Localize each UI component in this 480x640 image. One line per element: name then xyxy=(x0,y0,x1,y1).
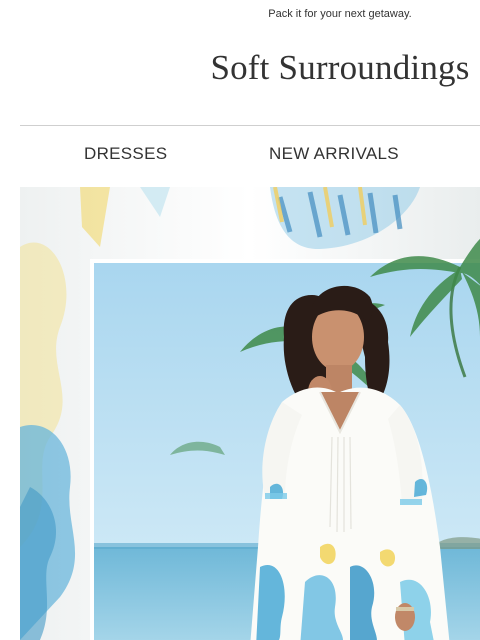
header-divider xyxy=(20,125,480,126)
nav-item-new-arrivals[interactable]: NEW ARRIVALS xyxy=(269,144,399,164)
preheader-text[interactable]: Pack it for your next getaway. xyxy=(0,8,480,20)
hero-image[interactable] xyxy=(20,187,480,640)
brand-logo[interactable]: Soft Surroundings xyxy=(0,48,480,88)
hero-photo-illustration xyxy=(20,187,480,640)
nav-item-dresses[interactable]: DRESSES xyxy=(84,144,167,164)
main-nav: DRESSES NEW ARRIVALS xyxy=(0,144,480,170)
